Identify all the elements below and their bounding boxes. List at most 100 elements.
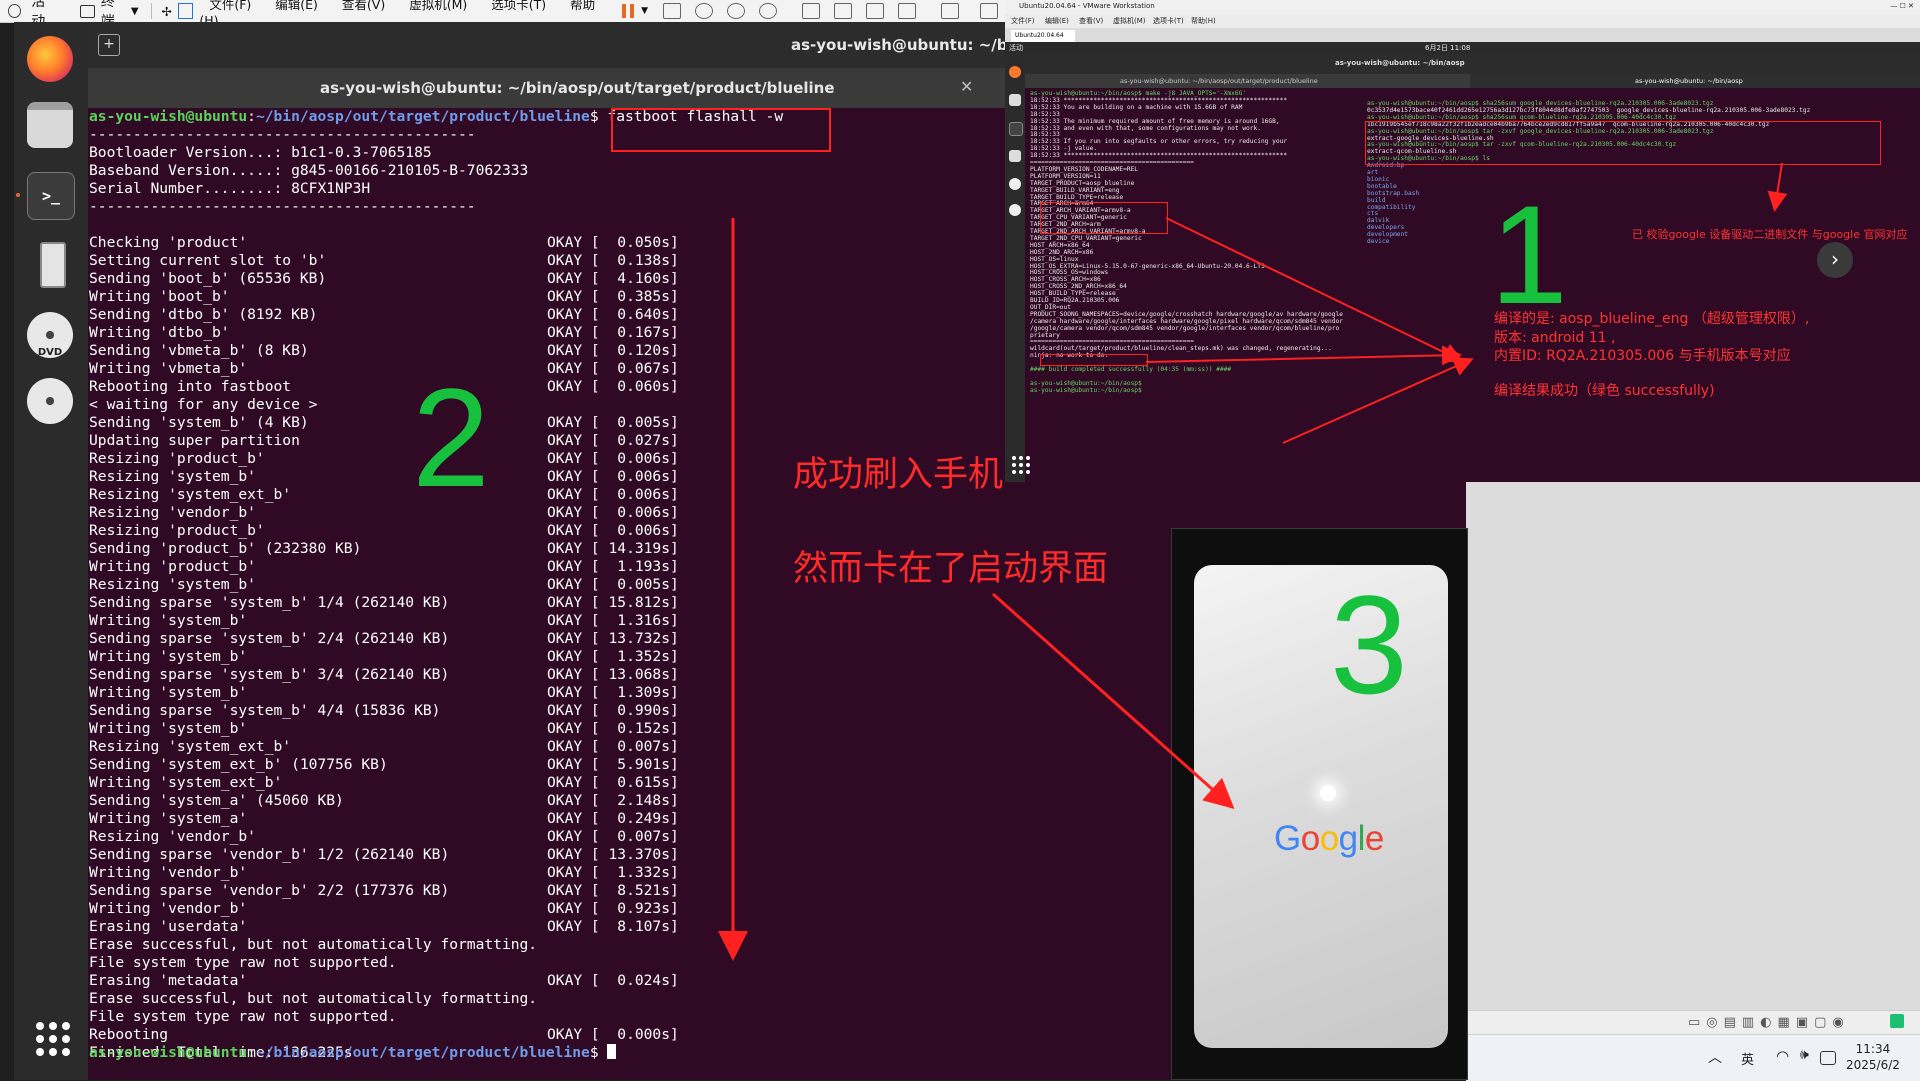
terminal-line-status: OKAY [ 0.007s]: [547, 828, 679, 845]
terminal-line-status: OKAY [ 14.319s]: [547, 540, 679, 557]
vm-menu-edit[interactable]: 编辑(E): [1045, 16, 1069, 26]
pause-icon[interactable]: [621, 4, 635, 18]
terminal-line-status: OKAY [ 0.385s]: [547, 288, 679, 305]
view-thumbnail-icon[interactable]: [833, 3, 852, 19]
terminal-line: Sending 'boot_b' (65536 KB): [89, 270, 327, 287]
menu-file[interactable]: 文件(F): [209, 0, 251, 12]
terminal-line-status: OKAY [ 0.006s]: [547, 468, 679, 485]
running-indicator: [16, 193, 20, 197]
terminal-line: Writing 'system_b': [89, 684, 248, 701]
vmware-home-icon[interactable]: [177, 3, 194, 19]
vm-menu-tabs[interactable]: 选项卡(T): [1153, 16, 1184, 26]
vm-cd-icon[interactable]: [1009, 204, 1021, 216]
terminal-line-status: OKAY [ 0.005s]: [547, 414, 679, 431]
vmware-toolbar: ▼: [615, 3, 1005, 19]
terminal-line-status: OKAY [ 15.812s]: [547, 594, 679, 611]
firefox-icon[interactable]: [27, 36, 73, 82]
terminal-tab[interactable]: as-you-wish@ubuntu: ~/bin/aosp/out/targe…: [88, 68, 1005, 108]
final-prompt-path: ~/bin/aosp/out/target/product/blueline: [255, 1044, 590, 1061]
vm-menu-file[interactable]: 文件(F): [1011, 16, 1035, 26]
menu-edit[interactable]: 编辑(E): [275, 0, 318, 12]
google-letter: e: [1364, 819, 1384, 858]
compile-result-note: 编译结果成功（绿色 successfully): [1494, 383, 1715, 399]
new-tab-icon[interactable]: +: [98, 34, 120, 56]
terminal-line: Sending sparse 'system_b' 4/4 (15836 KB): [89, 702, 441, 719]
terminal-line: Sending 'vbmeta_b' (8 KB): [89, 342, 309, 359]
vm-dvd-icon[interactable]: [1009, 178, 1021, 190]
terminal-output[interactable]: as-you-wish@ubuntu:~/bin/aosp/out/target…: [88, 108, 1005, 1080]
vm-menu-help[interactable]: 帮助(H): [1191, 16, 1216, 26]
terminal-icon[interactable]: >_: [27, 172, 75, 220]
terminal-line: Sending 'product_b' (232380 KB): [89, 540, 362, 557]
vm-terminal-icon[interactable]: [1009, 122, 1023, 136]
vm-show-applications-icon[interactable]: [1012, 456, 1030, 474]
terminal-line: Writing 'system_b': [89, 612, 248, 629]
chevron-up-icon[interactable]: ︿: [1708, 1047, 1722, 1067]
terminal-line-status: OKAY [ 13.370s]: [547, 846, 679, 863]
vm-tab[interactable]: Ubuntu20.04.64: [1011, 30, 1075, 42]
vm-window-controls[interactable]: — ☐ ✕: [1890, 2, 1914, 10]
vm-menu-view[interactable]: 查看(V): [1079, 16, 1103, 26]
terminal-line: File system type raw not supported.: [89, 954, 397, 971]
google-logo: Google: [1274, 819, 1384, 859]
terminal-line: Rebooting into fastboot: [89, 378, 292, 395]
terminal-line-status: OKAY [ 2.148s]: [547, 792, 679, 809]
stretch-icon[interactable]: [979, 3, 998, 19]
windows-taskbar: ︿ 英 ◠ 🕪 11:34 2025/6/2: [1466, 1034, 1920, 1081]
vm-status-badge[interactable]: [1890, 1014, 1904, 1028]
vm-clock[interactable]: 6月2日 11:08: [1425, 43, 1470, 53]
terminal-line-status: OKAY [ 0.138s]: [547, 252, 679, 269]
chevron-right-icon[interactable]: ›: [1817, 242, 1853, 278]
snapshot-manager-icon[interactable]: [758, 3, 777, 19]
vm-firefox-icon[interactable]: [1009, 66, 1021, 78]
vm-build-line: #### build completed successfully (04:35…: [1030, 366, 1232, 373]
dropdown-icon[interactable]: ▼: [641, 6, 648, 16]
files-icon[interactable]: [27, 102, 73, 148]
vm-terminal-tabs: as-you-wish@ubuntu: ~/bin/aosp/out/targe…: [1025, 74, 1920, 88]
view-library-icon[interactable]: [801, 3, 820, 19]
terminal-line-status: OKAY [ 0.024s]: [547, 972, 679, 989]
send-keys-icon[interactable]: [662, 3, 681, 19]
revert-snapshot-icon[interactable]: [726, 3, 745, 19]
snapshot-icon[interactable]: [694, 3, 713, 19]
build-id-box: [1040, 354, 1148, 366]
volume-icon[interactable]: 🕪: [1800, 1047, 1809, 1063]
wifi-icon[interactable]: ◠: [1776, 1047, 1789, 1065]
cd-icon[interactable]: [27, 378, 73, 424]
terminal-line: File system type raw not supported.: [89, 1008, 397, 1025]
taskbar-clock[interactable]: 11:34 2025/6/2: [1846, 1041, 1900, 1073]
show-applications-icon[interactable]: [36, 1022, 70, 1056]
terminal-line-status: OKAY [ 8.107s]: [547, 918, 679, 935]
terminal-line: Resizing 'vendor_b': [89, 828, 256, 845]
view-fullscreen-icon[interactable]: [865, 3, 884, 19]
vm-device-icon[interactable]: [1009, 150, 1021, 162]
ime-indicator[interactable]: 英: [1741, 1049, 1754, 1068]
vm-activities[interactable]: 活动: [1009, 43, 1023, 53]
vm-files-icon[interactable]: [1009, 94, 1021, 106]
vm-status-icons[interactable]: ▭◎▤▥◐▦▣▢◉: [1688, 1015, 1850, 1030]
menu-view[interactable]: 查看(V): [342, 0, 385, 12]
vm-terminal-title: as-you-wish@ubuntu: ~/bin/aosp: [1335, 59, 1465, 67]
battery-icon[interactable]: [1820, 1051, 1836, 1065]
view-unity-icon[interactable]: [897, 3, 916, 19]
terminal-line: Writing 'vbmeta_b': [89, 360, 248, 377]
vm-terminal-tab-1[interactable]: as-you-wish@ubuntu: ~/bin/aosp/out/targe…: [1120, 77, 1318, 85]
vm-build-line: 18:52:33 and even with that, some config…: [1030, 124, 1261, 132]
dvd-icon[interactable]: DVD: [27, 312, 73, 358]
pin-icon[interactable]: ✢: [162, 4, 172, 19]
terminal-tab-title: as-you-wish@ubuntu: ~/bin/aosp/out/targe…: [320, 79, 835, 97]
close-tab-icon[interactable]: ✕: [960, 77, 973, 96]
terminal-line-status: OKAY [ 0.006s]: [547, 522, 679, 539]
vm-menu-vm[interactable]: 虚拟机(M): [1113, 16, 1146, 26]
device-icon[interactable]: [40, 242, 66, 288]
console-icon[interactable]: [940, 3, 959, 19]
terminal-line: Resizing 'product_b': [89, 450, 265, 467]
menu-vm[interactable]: 虚拟机(M): [409, 0, 467, 12]
prompt-user: as-you-wish@ubuntu: [89, 108, 248, 125]
terminal-line-status: OKAY [ 0.006s]: [547, 504, 679, 521]
vm-terminal-tab-2[interactable]: as-you-wish@ubuntu: ~/bin/aosp: [1470, 74, 1920, 88]
menu-tabs[interactable]: 选项卡(T): [491, 0, 546, 12]
taskbar-date: 2025/6/2: [1846, 1058, 1900, 1072]
terminal-line: Erase successful, but not automatically …: [89, 936, 538, 953]
terminal-line-status: OKAY [ 1.193s]: [547, 558, 679, 575]
